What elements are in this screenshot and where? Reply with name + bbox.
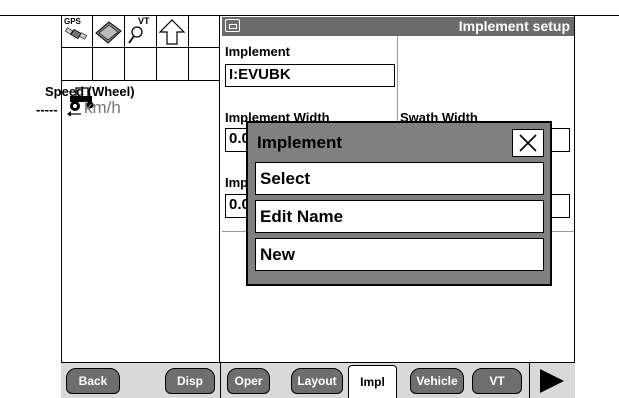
bottom-tab-bar: Back Disp Oper Layout Impl Vehicle VT	[61, 362, 575, 398]
speed-label: Speed (Wheel)	[45, 84, 135, 99]
screen-icon	[225, 19, 240, 32]
implement-name-field[interactable]: I:EVUBK	[225, 64, 395, 87]
gps-satellite-icon	[64, 27, 88, 40]
screen-title-bar: Implement setup	[222, 17, 574, 36]
grid-divider	[188, 16, 189, 80]
page-title: Implement setup	[458, 18, 570, 34]
next-page-button[interactable]	[534, 367, 572, 395]
status-panel: GPS VT	[61, 16, 220, 362]
speed-value: -----	[36, 102, 58, 117]
edit-name-menu-item[interactable]: Edit Name	[255, 200, 544, 233]
vt-icon[interactable]: VT	[125, 16, 156, 47]
close-button[interactable]	[512, 129, 544, 157]
tab-separator	[220, 363, 221, 398]
implement-label: Implement	[225, 44, 291, 59]
tab-vt[interactable]: VT	[472, 368, 522, 394]
implement-menu-dialog: Implement Select Edit Name New	[246, 121, 552, 286]
speed-unit: km/h	[84, 98, 121, 117]
tab-impl[interactable]: Impl	[348, 365, 397, 398]
status-icon-grid: GPS VT	[61, 16, 220, 80]
magnifier-icon	[128, 26, 143, 44]
new-menu-item[interactable]: New	[255, 238, 544, 271]
implement-status-icon[interactable]	[93, 17, 124, 47]
field-implement-icon	[95, 21, 122, 44]
gps-icon[interactable]: GPS	[62, 17, 92, 47]
up-arrow-shape	[158, 19, 186, 45]
play-arrow-icon	[540, 369, 564, 393]
tab-vehicle[interactable]: Vehicle	[410, 368, 464, 394]
tab-layout[interactable]: Layout	[291, 368, 343, 394]
dialog-title: Implement	[257, 133, 343, 152]
select-menu-item[interactable]: Select	[255, 162, 544, 195]
close-icon	[519, 134, 537, 152]
up-arrow-icon[interactable]	[157, 17, 188, 47]
tab-separator	[529, 363, 530, 398]
back-button[interactable]: Back	[66, 368, 120, 394]
grid-divider	[61, 47, 220, 48]
tab-oper[interactable]: Oper	[227, 368, 270, 394]
tab-disp[interactable]: Disp	[165, 368, 215, 394]
partial-label: Imp	[225, 175, 249, 190]
